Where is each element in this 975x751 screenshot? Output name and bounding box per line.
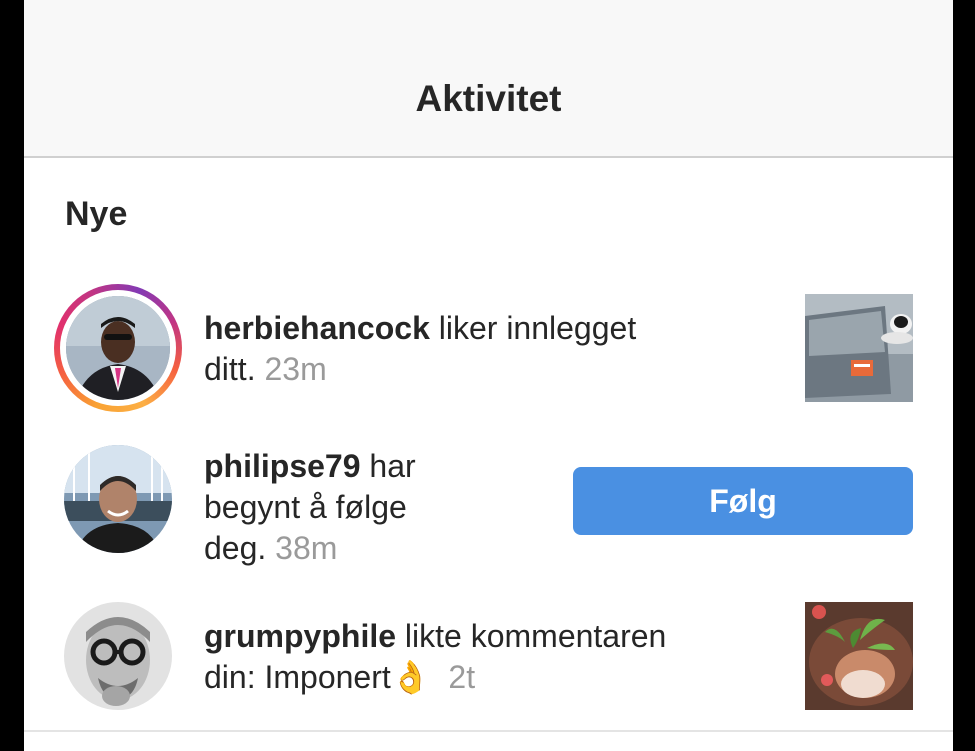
activity-row[interactable]: grumpyphile likte kommentaren din: Impon… [24,600,953,730]
header-bar: Aktivitet [24,0,953,158]
username-link[interactable]: herbiehancock [204,310,430,346]
user-avatar-icon [66,296,170,400]
follow-button[interactable]: Følg [573,467,913,535]
ok-hand-emoji: 👌 [390,659,431,695]
username-link[interactable]: philipse79 [204,448,361,484]
username-link[interactable]: grumpyphile [204,618,396,654]
user-avatar-icon[interactable] [64,602,172,710]
section-title-new: Nye [65,195,128,233]
story-ring[interactable] [54,284,182,412]
activity-text: philipse79 har begynt å følge deg. 38m [204,448,416,566]
timestamp: 38m [275,530,338,566]
activity-sheet: Aktivitet Nye herbiehancock liker innleg… [24,0,953,751]
user-avatar-icon[interactable] [64,445,172,553]
divider [24,730,953,732]
timestamp: 23m [264,351,327,387]
page-title: Aktivitet [415,78,562,119]
activity-text: grumpyphile likte kommentaren din: Impon… [204,618,667,695]
activity-row[interactable]: philipse79 har begynt å følge deg. 38m F… [24,443,953,573]
post-thumbnail-icon[interactable] [805,602,913,710]
activity-text: herbiehancock liker innlegget ditt. 23m [204,310,637,387]
post-thumbnail-icon[interactable] [805,294,913,402]
activity-row[interactable]: herbiehancock liker innlegget ditt. 23m [24,284,953,414]
timestamp: 2t [448,659,476,695]
